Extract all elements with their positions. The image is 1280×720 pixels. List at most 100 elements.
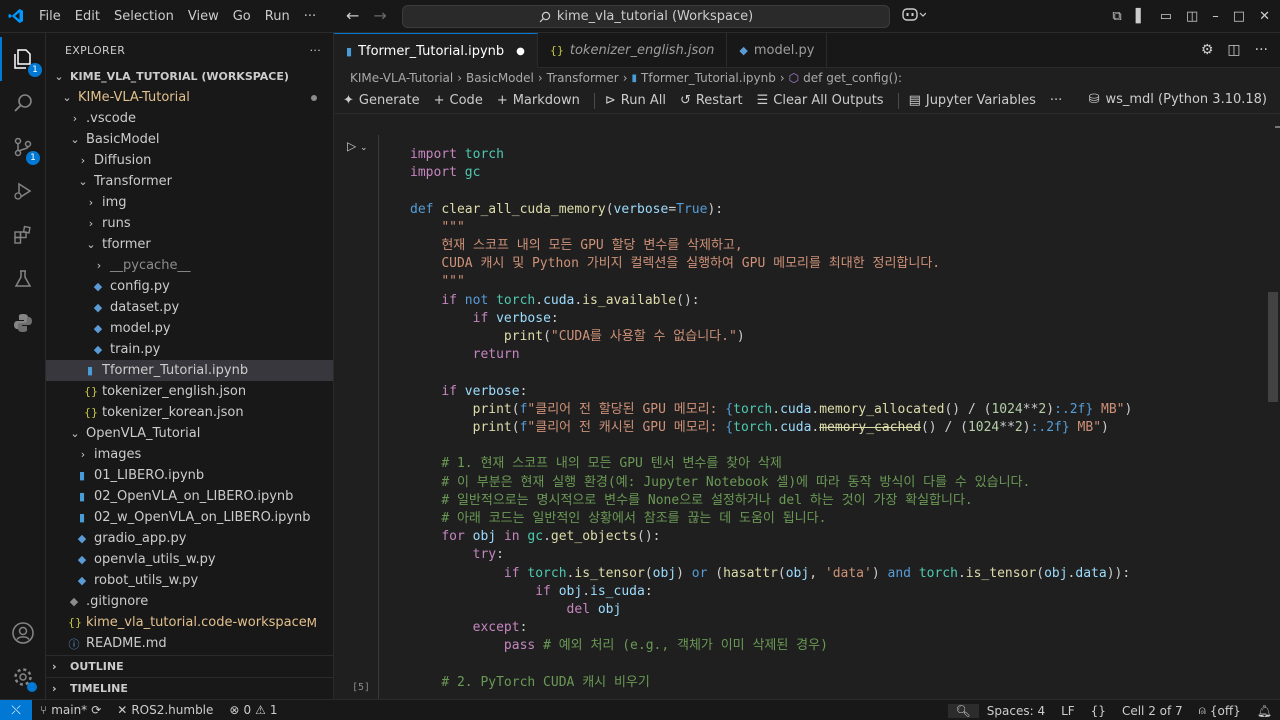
menu-more[interactable]: ···	[297, 0, 323, 33]
more-actions-icon[interactable]: ···	[1255, 42, 1268, 58]
settings-gear-icon[interactable]	[0, 655, 46, 699]
run-debug-icon[interactable]	[0, 169, 46, 213]
explorer-icon[interactable]: 1	[0, 37, 46, 81]
tree-file[interactable]: ◆ gradio_app.py	[46, 528, 333, 549]
clear-outputs-label: Clear All Outputs	[773, 93, 884, 108]
status-right: 🔍︎ Spaces: 4 LF {} Cell 2 of 7 ⍝ {off} 🔔︎	[947, 700, 1280, 720]
forward-arrow-icon[interactable]: →	[373, 6, 386, 25]
breadcrumb-item[interactable]: BasicModel	[466, 71, 534, 85]
menu-go[interactable]: Go	[226, 0, 258, 33]
tab-model-py[interactable]: ◆ model.py	[727, 33, 828, 68]
add-markdown-button[interactable]: + Markdown	[497, 93, 580, 108]
menu-selection[interactable]: Selection	[107, 0, 181, 33]
run-all-label: Run All	[620, 93, 666, 108]
tree-folder[interactable]: ⌄ KIMe-VLA-Tutorial	[46, 87, 333, 108]
tree-file[interactable]: ▮ 02_OpenVLA_on_LIBERO.ipynb	[46, 486, 333, 507]
tree-folder[interactable]: ⌄ OpenVLA_Tutorial	[46, 423, 333, 444]
ros-status[interactable]: ✕ ROS2.humble	[109, 703, 221, 717]
restart-button[interactable]: ↺ Restart	[680, 93, 743, 108]
copilot-icon[interactable]	[902, 6, 927, 26]
branch-status[interactable]: ⑂ main* ⟳	[32, 703, 109, 717]
account-icon[interactable]	[0, 611, 46, 655]
tree-file[interactable]: ◆ train.py	[46, 339, 333, 360]
add-code-button[interactable]: + Code	[434, 93, 483, 108]
tree-file-selected[interactable]: ▮ Tformer_Tutorial.ipynb	[46, 360, 333, 381]
clear-outputs-button[interactable]: ☰ Clear All Outputs	[757, 93, 884, 108]
tree-file[interactable]: ▮ 02_w_OpenVLA_on_LIBERO.ipynb	[46, 507, 333, 528]
tree-folder[interactable]: ⌄ tformer	[46, 234, 333, 255]
eol-status[interactable]: LF	[1053, 704, 1083, 718]
tree-folder[interactable]: › .vscode	[46, 108, 333, 129]
language-status[interactable]: {}	[1083, 704, 1114, 718]
testing-flask-icon[interactable]	[0, 257, 46, 301]
toggle-secondary-sidebar-icon[interactable]: ◫	[1186, 9, 1198, 24]
toggle-panel-icon[interactable]: ▭	[1160, 9, 1172, 24]
jupyter-variables-button[interactable]: ▤ Jupyter Variables	[909, 93, 1036, 108]
run-all-button[interactable]: ⊳ Run All	[605, 93, 666, 108]
tree-file[interactable]: ◆ openvla_utils_w.py	[46, 549, 333, 570]
problems-status[interactable]: ⊗ 0 ⚠ 1	[221, 703, 285, 717]
breadcrumb-item[interactable]: Transformer	[547, 71, 619, 85]
workspace-root[interactable]: ⌄ KIME_VLA_TUTORIAL (WORKSPACE)	[46, 66, 333, 87]
warnings-count: 1	[269, 703, 278, 717]
tree-folder[interactable]: › Diffusion	[46, 150, 333, 171]
more-actions-icon[interactable]: ···	[310, 44, 321, 57]
extensions-icon[interactable]	[0, 213, 46, 257]
tree-file[interactable]: ▮ 01_LIBERO.ipynb	[46, 465, 333, 486]
tree-file[interactable]: ◆ .gitignore	[46, 591, 333, 612]
breadcrumb-item[interactable]: KIMe-VLA-Tutorial	[350, 71, 453, 85]
eol-label: LF	[1061, 703, 1075, 718]
close-icon[interactable]: ✕	[1259, 9, 1270, 24]
cell-status[interactable]: Cell 2 of 7	[1114, 704, 1191, 718]
notebook-file-icon: ▮	[78, 490, 86, 503]
tree-file[interactable]: ◆ model.py	[46, 318, 333, 339]
tree-folder[interactable]: › __pycache__	[46, 255, 333, 276]
menu-edit[interactable]: Edit	[68, 0, 107, 33]
tree-file[interactable]: ◆ config.py	[46, 276, 333, 297]
toolbar-more-button[interactable]: ···	[1050, 93, 1062, 108]
source-control-icon[interactable]: 1	[0, 125, 46, 169]
timeline-section[interactable]: › TIMELINE	[46, 677, 333, 699]
menu-file[interactable]: File	[32, 0, 68, 33]
tree-folder[interactable]: › runs	[46, 213, 333, 234]
tree-file[interactable]: ⓘ README.md	[46, 633, 333, 654]
back-arrow-icon[interactable]: ←	[346, 6, 359, 25]
kernel-picker[interactable]: ⛁ ws_mdl (Python 3.10.18)	[1089, 92, 1267, 107]
search-icon[interactable]	[0, 81, 46, 125]
code-editor[interactable]: import torch import gc def clear_all_cud…	[410, 146, 1132, 692]
notifications-status[interactable]: 🔔︎	[1249, 704, 1280, 718]
indentation-status[interactable]: Spaces: 4	[979, 704, 1053, 718]
tree-file[interactable]: {} tokenizer_english.json	[46, 381, 333, 402]
tree-folder[interactable]: ⌄ BasicModel	[46, 129, 333, 150]
copilot-status[interactable]: ⍝ {off}	[1191, 703, 1249, 718]
menu-view[interactable]: View	[181, 0, 226, 33]
toggle-sidebar-icon[interactable]: ▌	[1136, 9, 1146, 24]
python-icon[interactable]	[0, 301, 46, 345]
plus-icon: +	[433, 93, 445, 108]
tree-file[interactable]: {} kime_vla_tutorial.code-workspace M	[46, 612, 333, 633]
command-center[interactable]: kime_vla_tutorial (Workspace)	[402, 5, 890, 28]
settings-gear-icon[interactable]: ⚙	[1201, 42, 1214, 58]
tab-tformer-tutorial[interactable]: ▮ Tformer_Tutorial.ipynb ●	[334, 33, 538, 68]
menu-run[interactable]: Run	[258, 0, 297, 33]
split-editor-icon[interactable]: ◫	[1227, 42, 1240, 58]
run-cell-button[interactable]: ▷ ⌄	[347, 139, 368, 153]
tab-tokenizer-english[interactable]: {} tokenizer_english.json	[538, 33, 728, 68]
tree-file[interactable]: ◆ robot_utils_w.py	[46, 570, 333, 591]
tree-folder[interactable]: › img	[46, 192, 333, 213]
breadcrumb-item[interactable]: Tformer_Tutorial.ipynb	[641, 71, 776, 85]
editor-scrollbar[interactable]	[1268, 292, 1278, 402]
unsaved-dot-icon[interactable]: ●	[516, 46, 525, 57]
remote-indicator-icon[interactable]: ⤬	[0, 699, 32, 720]
generate-button[interactable]: ✦ Generate	[343, 93, 420, 108]
tree-file[interactable]: {} tokenizer_korean.json	[46, 402, 333, 423]
outline-section[interactable]: › OUTLINE	[46, 655, 333, 677]
zoom-status[interactable]: 🔍︎	[947, 703, 979, 718]
tree-folder[interactable]: › images	[46, 444, 333, 465]
layout-customize-icon[interactable]: ⧉	[1112, 9, 1121, 24]
tree-folder[interactable]: ⌄ Transformer	[46, 171, 333, 192]
breadcrumb-item[interactable]: def get_config():	[803, 71, 902, 85]
minimize-icon[interactable]: –	[1212, 9, 1219, 24]
maximize-icon[interactable]: □	[1233, 9, 1245, 24]
tree-file[interactable]: ◆ dataset.py	[46, 297, 333, 318]
